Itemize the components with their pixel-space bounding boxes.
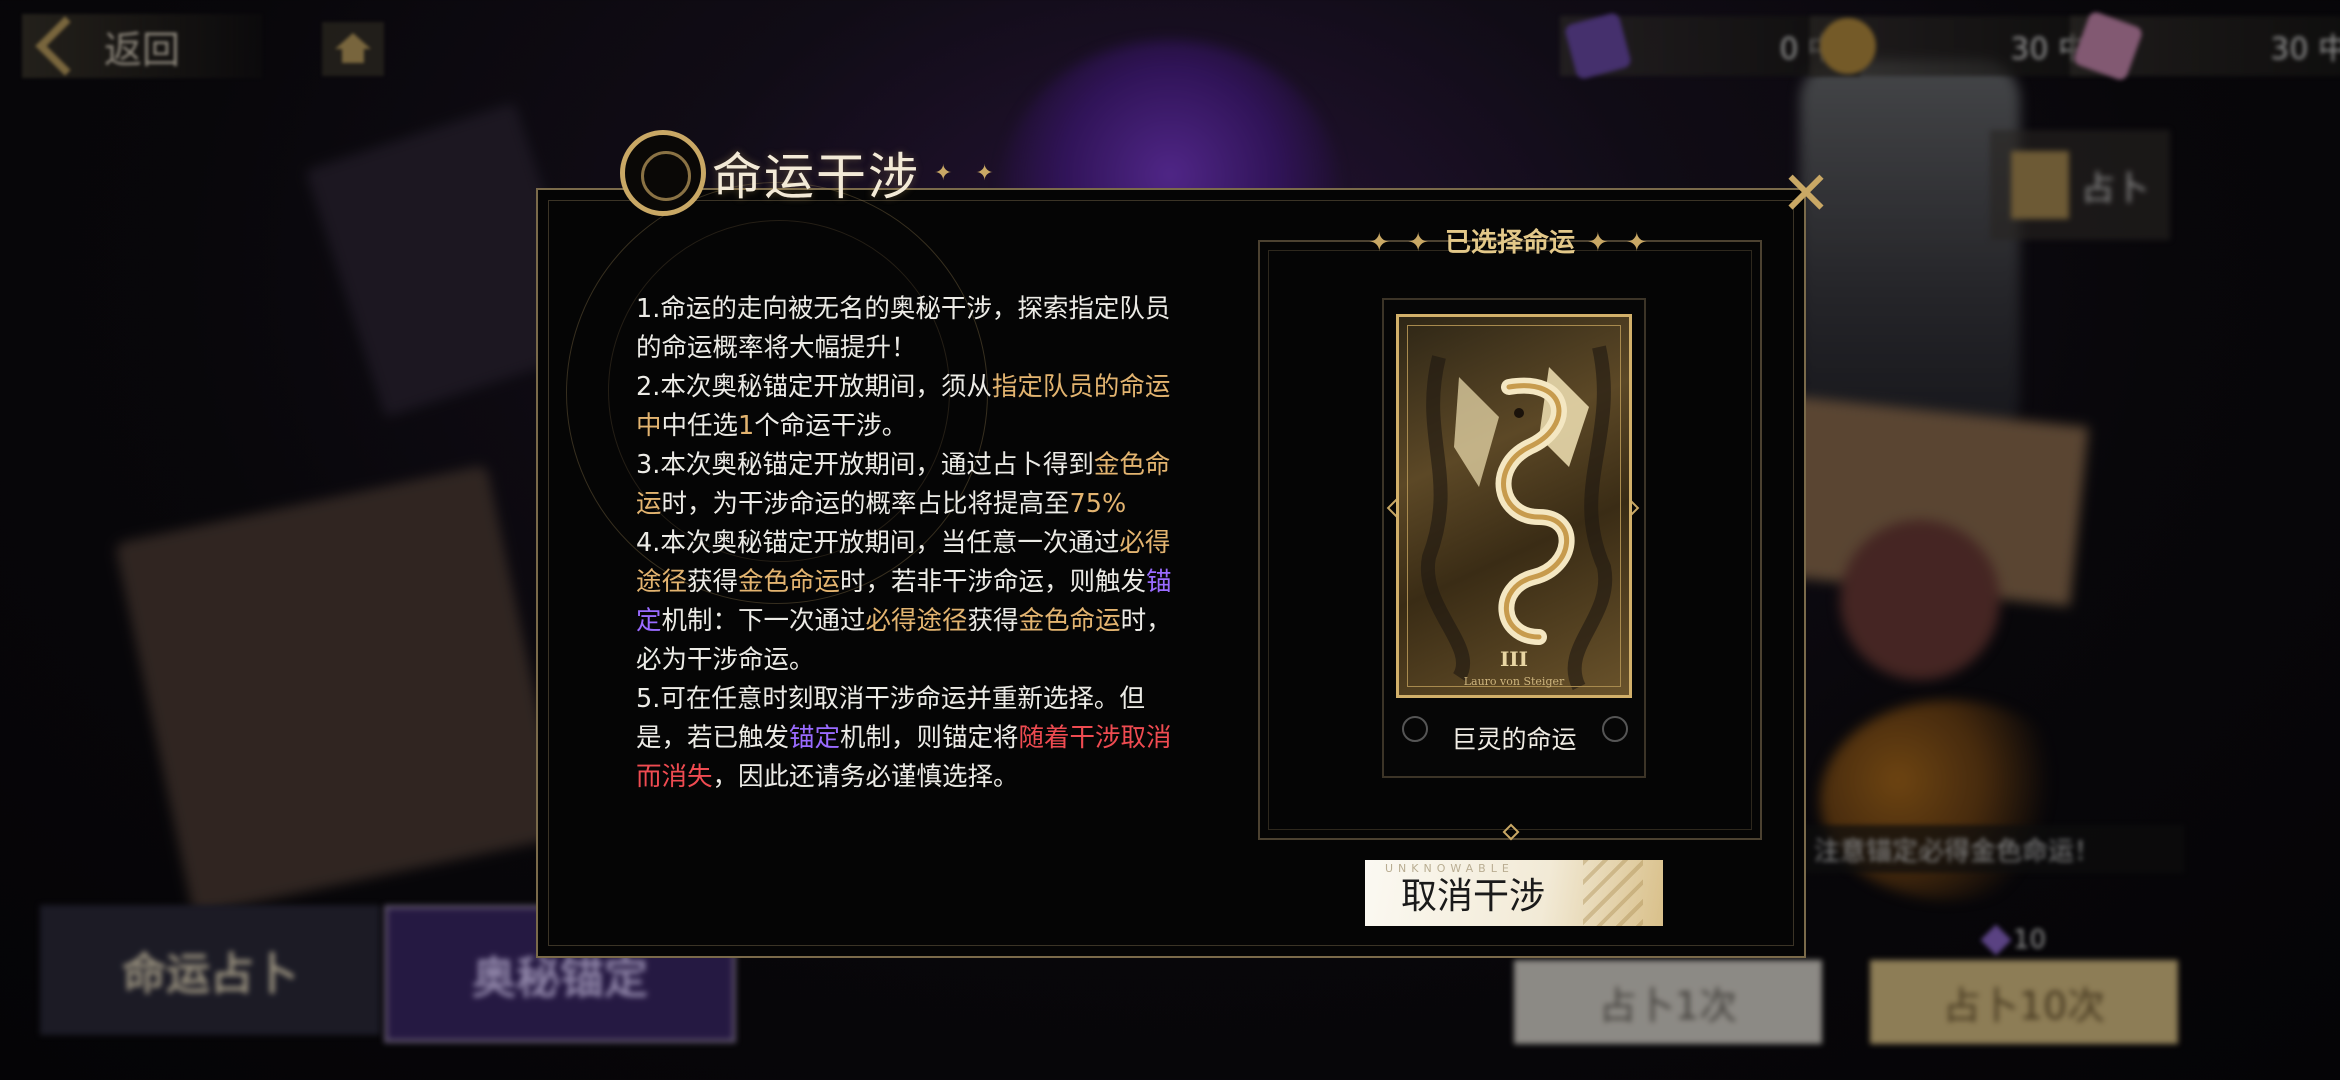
rule-text-segment: 1 xyxy=(738,411,755,441)
selected-fate-label: 已选择命运 xyxy=(1444,228,1575,258)
rule-text-segment: 获得 xyxy=(967,606,1019,636)
rule-text-segment: 时，为干涉命运的概率占比将提高至 xyxy=(661,489,1070,519)
card-border xyxy=(1407,325,1621,687)
card-name: 巨灵的命运 xyxy=(1451,725,1577,754)
rule-text-segment: 必得途径 xyxy=(865,606,968,636)
card-subtitle: Lauro von Steiger xyxy=(1463,675,1565,688)
rule-text-segment: 获得 xyxy=(687,567,739,597)
rule-text-segment: 75% xyxy=(1069,489,1127,519)
rule-text-segment: 3.本次奥秘锚定开放期间，通过占卜得到 xyxy=(636,450,1094,480)
selected-fate-header: ✦ ✦ 已选择命运 ✦ ✦ xyxy=(1258,222,1762,259)
rule-text-segment: 时，若非干涉命运，则触发 xyxy=(840,567,1147,597)
rule-item-1: 1.命运的走向被无名的奥秘干涉，探索指定队员的命运概率将大幅提升！ xyxy=(636,290,1176,368)
rule-item-3: 3.本次奥秘锚定开放期间，通过占卜得到金色命运时，为干涉命运的概率占比将提高至7… xyxy=(636,446,1176,524)
sparkle-icon: ✦ ✦ xyxy=(934,160,1002,186)
rule-item-5: 5.可在任意时刻取消干涉命运并重新选择。但是，若已触发锚定机制，则锚定将随着干涉… xyxy=(636,680,1176,797)
rule-text-segment: 金色命运 xyxy=(738,567,841,597)
rule-item-4: 4.本次奥秘锚定开放期间，当任意一次通过必得途径获得金色命运时，若非干涉命运，则… xyxy=(636,524,1176,680)
rule-text-segment: 锚定 xyxy=(789,723,841,753)
rule-text-segment: 1.命运的走向被无名的奥秘干涉，探索指定队员的命运概率将大幅提升！ xyxy=(636,294,1171,363)
card-numeral: III xyxy=(1499,647,1529,671)
rule-text-segment: 金色命运 xyxy=(1018,606,1121,636)
cancel-tag: UNKNOWABLE xyxy=(1385,862,1514,875)
close-icon[interactable]: ✕ xyxy=(1776,164,1836,224)
rule-text-segment: 个命运干涉。 xyxy=(754,411,908,441)
celestial-emblem-icon xyxy=(620,130,706,216)
rule-text-segment: ，因此还请务必谨慎选择。 xyxy=(712,762,1019,792)
rule-text-segment: 2.本次奥秘锚定开放期间，须从 xyxy=(636,372,992,402)
dialog-title-area: 命运干涉 ✦ ✦ xyxy=(620,118,1002,228)
fate-card[interactable]: III Lauro von Steiger xyxy=(1396,314,1632,698)
rule-text-segment: 4.本次奥秘锚定开放期间，当任意一次通过 xyxy=(636,528,1120,558)
dialog-title: 命运干涉 xyxy=(712,148,920,206)
cancel-intervention-button[interactable]: UNKNOWABLE 取消干涉 xyxy=(1365,860,1663,926)
rules-text: 1.命运的走向被无名的奥秘干涉，探索指定队员的命运概率将大幅提升！ 2.本次奥秘锚… xyxy=(636,290,1176,797)
rule-text-segment: 机制：下一次通过 xyxy=(661,606,866,636)
sparkle-icon: ✦ ✦ xyxy=(1368,228,1433,258)
rule-item-2: 2.本次奥秘锚定开放期间，须从指定队员的命运中中任选1个命运干涉。 xyxy=(636,368,1176,446)
rule-text-segment: 机制，则锚定将 xyxy=(840,723,1019,753)
rule-text-segment: 中任选 xyxy=(661,411,739,441)
sparkle-icon: ✦ ✦ xyxy=(1587,228,1652,258)
stripe-decoration xyxy=(1583,860,1643,926)
